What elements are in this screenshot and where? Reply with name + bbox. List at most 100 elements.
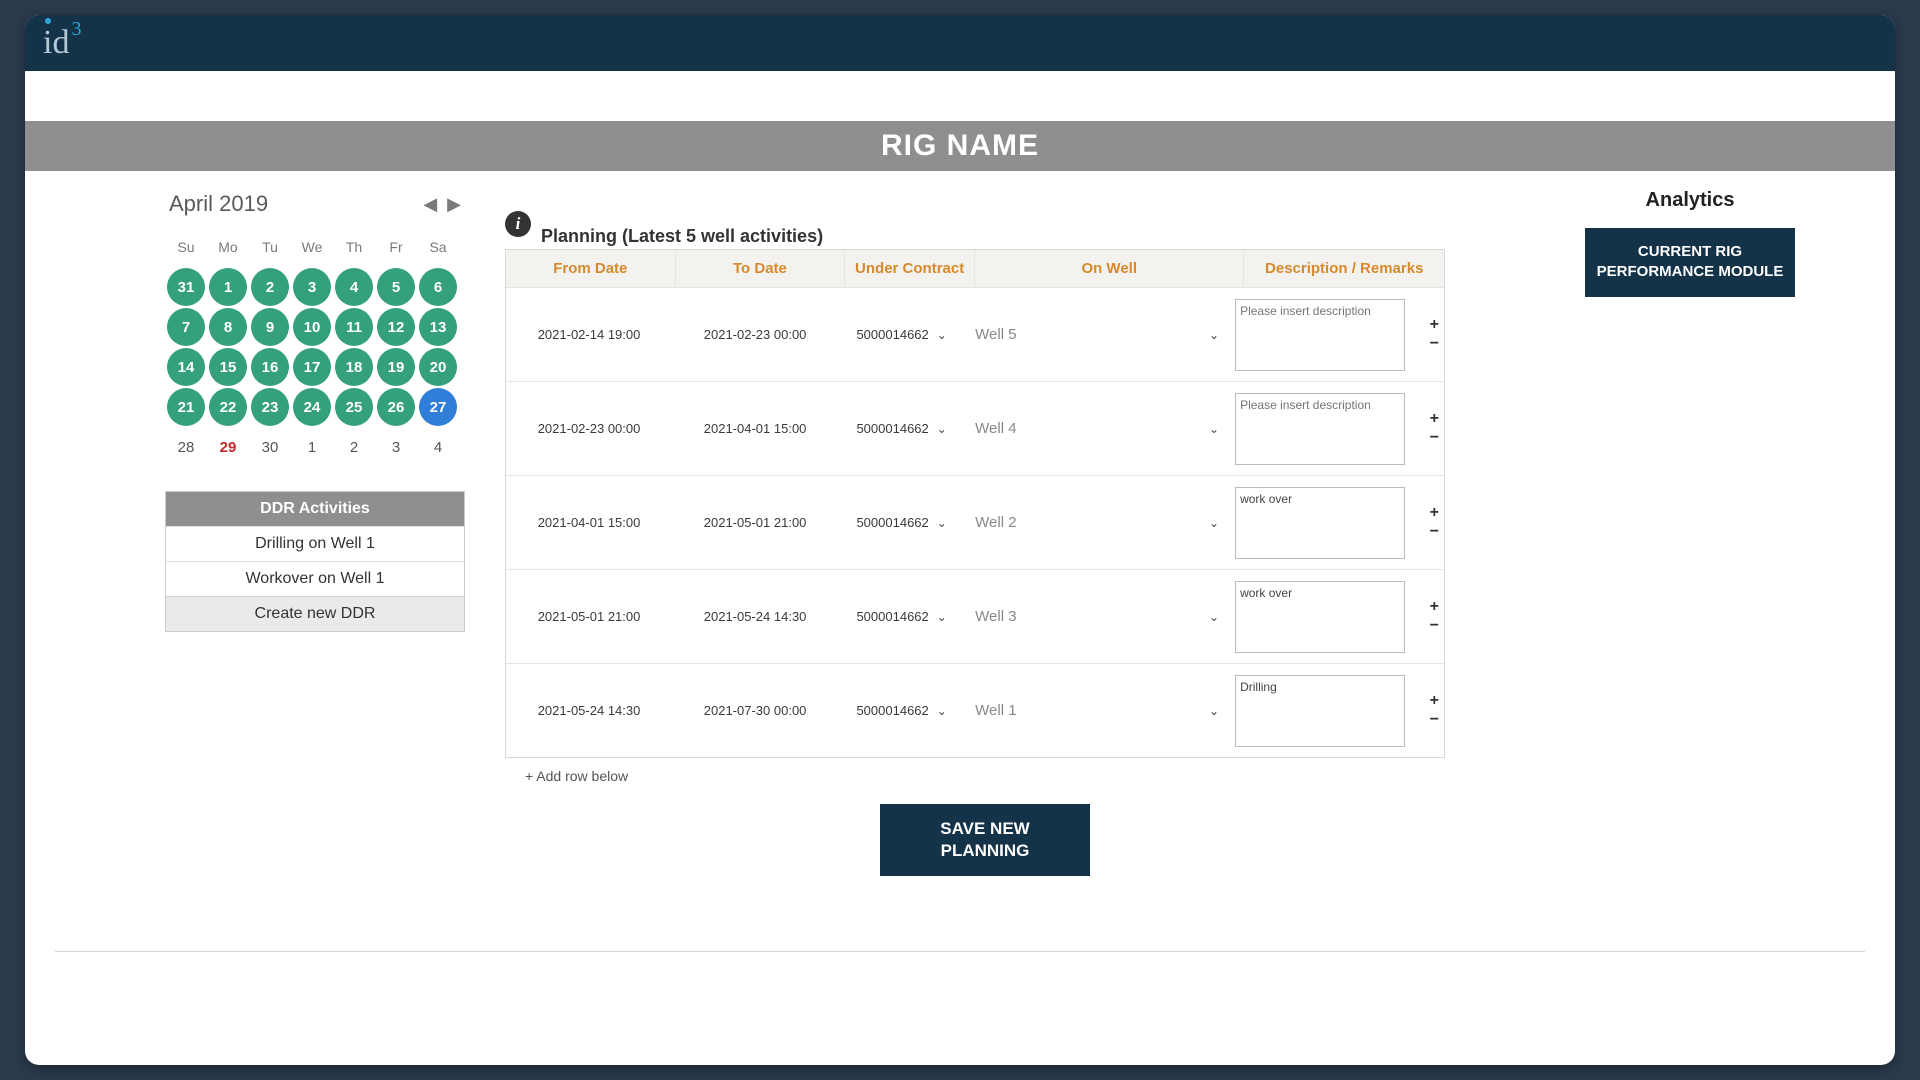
row-add-icon[interactable]: +: [1430, 598, 1439, 616]
cell-under-contract[interactable]: 5000014662⌄: [838, 417, 965, 440]
calendar-day[interactable]: 22: [207, 387, 249, 427]
row-remove-icon[interactable]: −: [1430, 617, 1439, 635]
info-icon[interactable]: i: [505, 211, 531, 237]
calendar-day[interactable]: 26: [375, 387, 417, 427]
create-new-ddr-button[interactable]: Create new DDR: [166, 596, 464, 631]
current-rig-performance-button[interactable]: CURRENT RIG PERFORMANCE MODULE: [1585, 228, 1795, 297]
calendar-day[interactable]: 3: [291, 267, 333, 307]
row-add-icon[interactable]: +: [1430, 504, 1439, 522]
calendar-day[interactable]: 8: [207, 307, 249, 347]
row-add-icon[interactable]: +: [1430, 410, 1439, 428]
calendar-day[interactable]: 2: [249, 267, 291, 307]
cell-on-well[interactable]: Well 2⌄: [965, 514, 1229, 531]
calendar-day[interactable]: 31: [165, 267, 207, 307]
calendar-day[interactable]: 16: [249, 347, 291, 387]
calendar-nav: ◀ ▶: [423, 194, 465, 215]
calendar-day[interactable]: 20: [417, 347, 459, 387]
cell-to-date[interactable]: 2021-05-01 21:00: [672, 511, 838, 534]
cell-from-date[interactable]: 2021-05-01 21:00: [506, 605, 672, 628]
calendar-day[interactable]: 11: [333, 307, 375, 347]
calendar-day[interactable]: 5: [375, 267, 417, 307]
calendar-day[interactable]: 19: [375, 347, 417, 387]
cell-under-contract[interactable]: 5000014662⌄: [838, 323, 965, 346]
cell-to-date[interactable]: 2021-02-23 00:00: [672, 323, 838, 346]
calendar-next-icon[interactable]: ▶: [447, 194, 461, 215]
chevron-down-icon: ⌄: [1209, 422, 1219, 436]
calendar-panel: April 2019 ◀ ▶ SuMoTuWeThFrSa31123456789…: [165, 191, 465, 632]
calendar-day[interactable]: 29: [207, 427, 249, 467]
calendar-day[interactable]: 6: [417, 267, 459, 307]
calendar-day[interactable]: 10: [291, 307, 333, 347]
chevron-down-icon: ⌄: [937, 422, 947, 436]
description-textarea[interactable]: [1235, 675, 1405, 747]
cell-under-contract[interactable]: 5000014662⌄: [838, 699, 965, 722]
cell-under-contract[interactable]: 5000014662⌄: [838, 605, 965, 628]
calendar-day[interactable]: 28: [165, 427, 207, 467]
cell-on-well[interactable]: Well 5⌄: [965, 326, 1229, 343]
calendar-weekday-label: Su: [165, 227, 207, 267]
cell-on-well[interactable]: Well 1⌄: [965, 702, 1229, 719]
cell-to-date[interactable]: 2021-05-24 14:30: [672, 605, 838, 628]
calendar-day[interactable]: 13: [417, 307, 459, 347]
chevron-down-icon: ⌄: [1209, 704, 1219, 718]
description-textarea[interactable]: [1235, 581, 1405, 653]
analytics-panel: Analytics CURRENT RIG PERFORMANCE MODULE: [1585, 189, 1795, 297]
calendar-day[interactable]: 18: [333, 347, 375, 387]
cell-to-date[interactable]: 2021-04-01 15:00: [672, 417, 838, 440]
save-new-planning-button[interactable]: SAVE NEW PLANNING: [880, 804, 1090, 876]
add-row-button[interactable]: + Add row below: [525, 768, 1465, 784]
cell-under-contract[interactable]: 5000014662⌄: [838, 511, 965, 534]
row-remove-icon[interactable]: −: [1430, 711, 1439, 729]
calendar-day[interactable]: 7: [165, 307, 207, 347]
calendar-day[interactable]: 25: [333, 387, 375, 427]
calendar-day[interactable]: 17: [291, 347, 333, 387]
cell-description: [1229, 575, 1424, 659]
row-remove-icon[interactable]: −: [1430, 523, 1439, 541]
description-textarea[interactable]: [1235, 393, 1405, 465]
calendar-day[interactable]: 4: [333, 267, 375, 307]
description-textarea[interactable]: [1235, 299, 1405, 371]
row-remove-icon[interactable]: −: [1430, 335, 1439, 353]
calendar-day[interactable]: 23: [249, 387, 291, 427]
calendar-prev-icon[interactable]: ◀: [423, 194, 437, 215]
rig-title-bar: RIG NAME: [25, 121, 1895, 171]
chevron-down-icon: ⌄: [1209, 516, 1219, 530]
well-value: Well 5: [975, 326, 1016, 343]
calendar-day[interactable]: 30: [249, 427, 291, 467]
row-add-icon[interactable]: +: [1430, 316, 1439, 334]
calendar-day[interactable]: 12: [375, 307, 417, 347]
header-gap: [25, 71, 1895, 121]
cell-from-date[interactable]: 2021-05-24 14:30: [506, 699, 672, 722]
planning-row: 2021-05-01 21:002021-05-24 14:3050000146…: [506, 569, 1444, 663]
cell-from-date[interactable]: 2021-04-01 15:00: [506, 511, 672, 534]
cell-on-well[interactable]: Well 3⌄: [965, 608, 1229, 625]
calendar-day[interactable]: 3: [375, 427, 417, 467]
cell-to-date[interactable]: 2021-07-30 00:00: [672, 699, 838, 722]
row-add-icon[interactable]: +: [1430, 692, 1439, 710]
planning-table-body: 2021-02-14 19:002021-02-23 00:0050000146…: [506, 287, 1444, 757]
calendar-day[interactable]: 2: [333, 427, 375, 467]
row-remove-icon[interactable]: −: [1430, 429, 1439, 447]
rig-title: RIG NAME: [881, 129, 1039, 162]
calendar-day[interactable]: 24: [291, 387, 333, 427]
ddr-activity-item[interactable]: Drilling on Well 1: [166, 526, 464, 561]
cell-from-date[interactable]: 2021-02-23 00:00: [506, 417, 672, 440]
calendar-day[interactable]: 9: [249, 307, 291, 347]
calendar-day[interactable]: 15: [207, 347, 249, 387]
content-area: April 2019 ◀ ▶ SuMoTuWeThFrSa31123456789…: [25, 171, 1895, 1065]
ddr-activities-panel: DDR Activities Drilling on Well 1Workove…: [165, 491, 465, 632]
calendar-day[interactable]: 27: [417, 387, 459, 427]
cell-on-well[interactable]: Well 4⌄: [965, 420, 1229, 437]
calendar-day[interactable]: 14: [165, 347, 207, 387]
planning-table: From Date To Date Under Contract On Well…: [505, 249, 1445, 758]
calendar-day[interactable]: 1: [291, 427, 333, 467]
description-textarea[interactable]: [1235, 487, 1405, 559]
app-logo: id3: [43, 24, 79, 62]
logo-dot-icon: [45, 18, 51, 24]
ddr-activity-item[interactable]: Workover on Well 1: [166, 561, 464, 596]
calendar-day[interactable]: 1: [207, 267, 249, 307]
calendar-day[interactable]: 4: [417, 427, 459, 467]
cell-from-date[interactable]: 2021-02-14 19:00: [506, 323, 672, 346]
calendar-day[interactable]: 21: [165, 387, 207, 427]
ddr-activities-header: DDR Activities: [166, 492, 464, 526]
